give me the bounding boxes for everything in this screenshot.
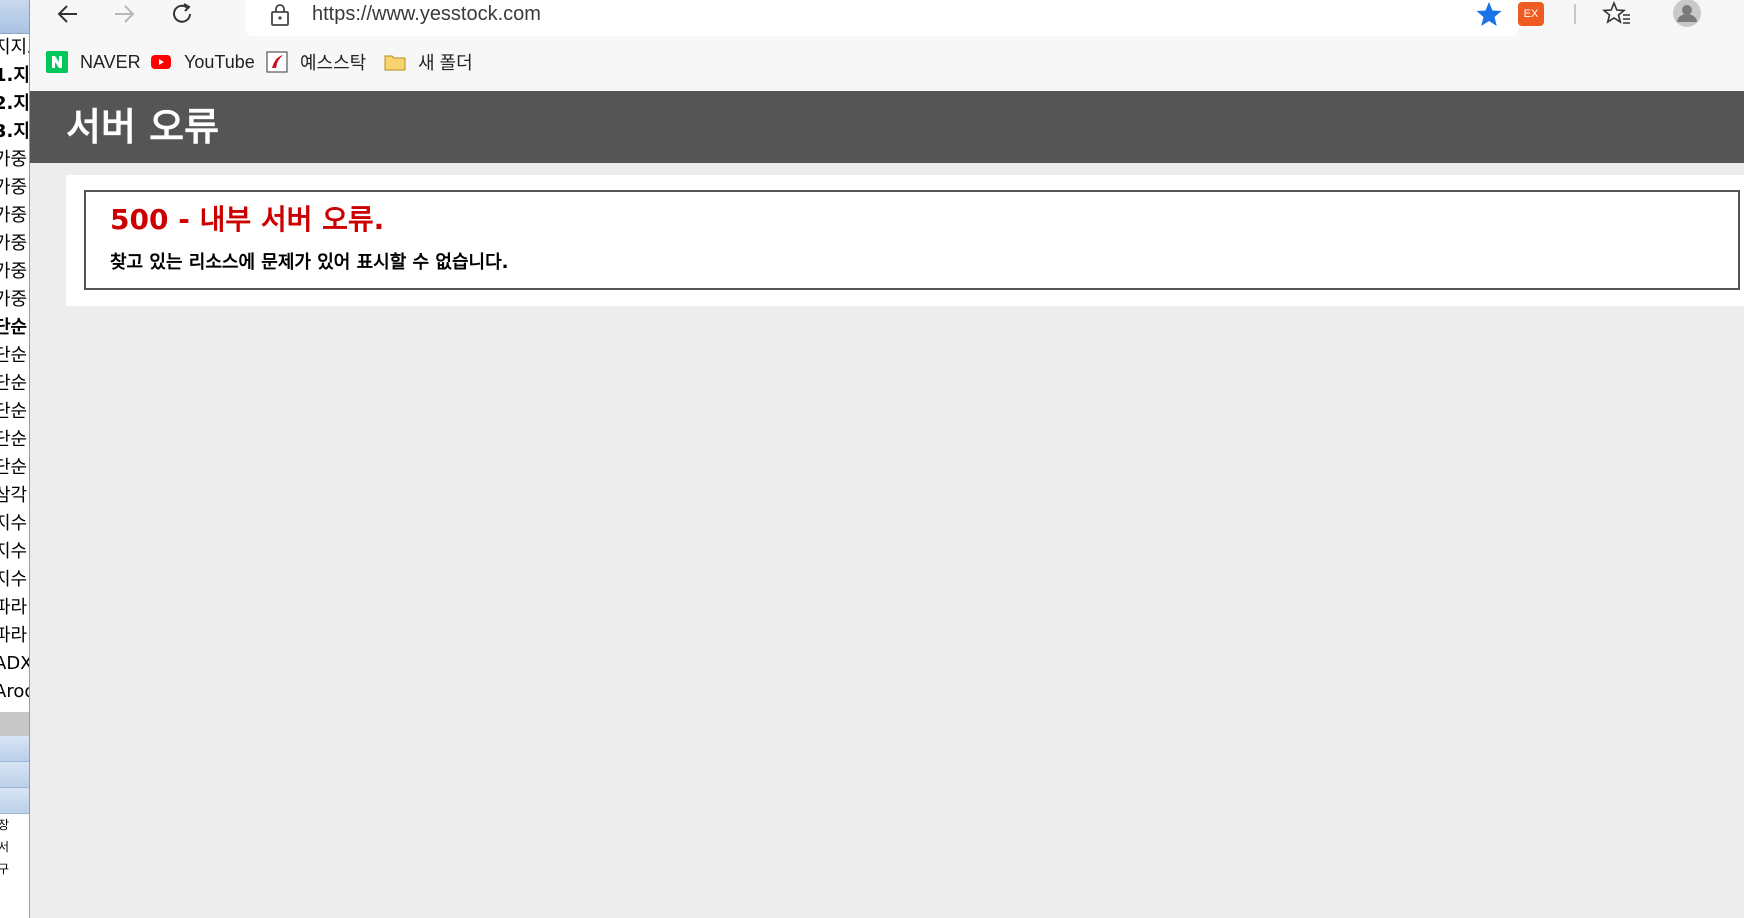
folder-icon <box>384 51 406 73</box>
background-window-row: 1.지 <box>0 65 30 86</box>
refresh-icon <box>173 3 191 23</box>
refresh-button[interactable] <box>164 0 200 28</box>
background-window-band <box>0 736 29 762</box>
back-button[interactable] <box>50 0 86 28</box>
background-window-band <box>0 788 29 814</box>
background-window-row: 지수 <box>0 569 28 590</box>
background-window-row: 가중 <box>0 233 28 254</box>
url-text[interactable]: https://www.yesstock.com <box>312 0 541 28</box>
background-window-row: 단순 <box>0 429 28 450</box>
bookmarks-bar: NAVER YouTube 예스스탁 새 폴더 <box>30 42 1744 82</box>
toolbar-divider <box>1574 4 1576 24</box>
youtube-icon <box>150 51 172 73</box>
naver-icon <box>46 51 68 73</box>
background-window-row: 가중 <box>0 289 28 310</box>
bookmark-label: YouTube <box>184 51 255 72</box>
bookmark-naver[interactable]: NAVER <box>46 42 141 82</box>
lock-icon[interactable] <box>268 2 292 28</box>
background-window-row: 가중 <box>0 205 28 226</box>
background-window-row: 2.지 <box>0 93 30 114</box>
bookmark-youtube[interactable]: YouTube <box>150 42 255 82</box>
bookmark-yesstock[interactable]: 예스스탁 <box>266 42 366 82</box>
background-window-header <box>0 0 29 34</box>
error-title: 500 - 내부 서버 오류. <box>110 203 385 236</box>
forward-button[interactable] <box>106 0 142 28</box>
bookmark-label: 새 폴더 <box>418 53 473 73</box>
background-window-small-row: 장 <box>0 814 29 836</box>
background-window-row: Aroo <box>0 681 29 702</box>
favorites-icon[interactable] <box>1602 0 1632 28</box>
background-window-row: 가중 <box>0 261 28 282</box>
error-message: 찾고 있는 리소스에 문제가 있어 표시할 수 없습니다. <box>110 252 509 273</box>
background-window-row: ADX <box>0 653 30 674</box>
back-arrow-icon <box>57 5 77 23</box>
background-window-row: 단순 <box>0 401 28 422</box>
background-window-row: 파라 <box>0 597 28 618</box>
background-window-small-row: 서 <box>0 836 29 858</box>
bookmark-label: 예스스탁 <box>300 53 367 73</box>
background-window-row: 지수 <box>0 541 28 562</box>
background-window-scroll-area <box>0 712 29 736</box>
background-window-row: 지지표 <box>0 37 29 58</box>
background-window-row: 단순 <box>0 345 28 366</box>
address-bar[interactable]: https://www.yesstock.com <box>246 0 1518 36</box>
extension-button[interactable]: EX <box>1518 2 1544 26</box>
page-title: 서버 오류 <box>66 105 220 149</box>
favorite-star-icon[interactable] <box>1474 0 1504 28</box>
content-panel: 500 - 내부 서버 오류. 찾고 있는 리소스에 문제가 있어 표시할 수 … <box>66 175 1744 306</box>
background-window-row: 삼각 <box>0 485 28 506</box>
page-header: 서버 오류 <box>30 91 1744 163</box>
background-window-row: 가중 <box>0 149 28 170</box>
background-window: 지지표1.지2.지3.지가중가중가중가중가중가중단순단순단순단순단순단순삼각지수… <box>0 0 30 918</box>
background-window-small-row: 구 <box>0 858 29 880</box>
forward-arrow-icon <box>115 5 135 23</box>
bookmark-folder[interactable]: 새 폴더 <box>384 42 473 82</box>
background-window-row: 단순 <box>0 457 28 478</box>
background-window-row: 가중 <box>0 177 28 198</box>
page-content: 서버 오류 500 - 내부 서버 오류. 찾고 있는 리소스에 문제가 있어 … <box>30 91 1744 918</box>
background-window-row: 단순 <box>0 317 28 338</box>
background-window-band <box>0 762 29 788</box>
background-window-row: 3.지 <box>0 121 30 142</box>
error-box: 500 - 내부 서버 오류. 찾고 있는 리소스에 문제가 있어 표시할 수 … <box>84 190 1740 290</box>
yesstock-icon <box>266 51 288 73</box>
browser-chrome: https://www.yesstock.com EX NAVER YouTub… <box>30 0 1744 91</box>
profile-avatar-icon[interactable] <box>1670 0 1704 30</box>
background-window-row: 단순 <box>0 373 28 394</box>
background-window-row: 지수 <box>0 513 28 534</box>
browser-toolbar: https://www.yesstock.com EX <box>30 0 1744 38</box>
bookmark-label: NAVER <box>80 51 141 72</box>
background-window-row: 파라 <box>0 625 28 646</box>
